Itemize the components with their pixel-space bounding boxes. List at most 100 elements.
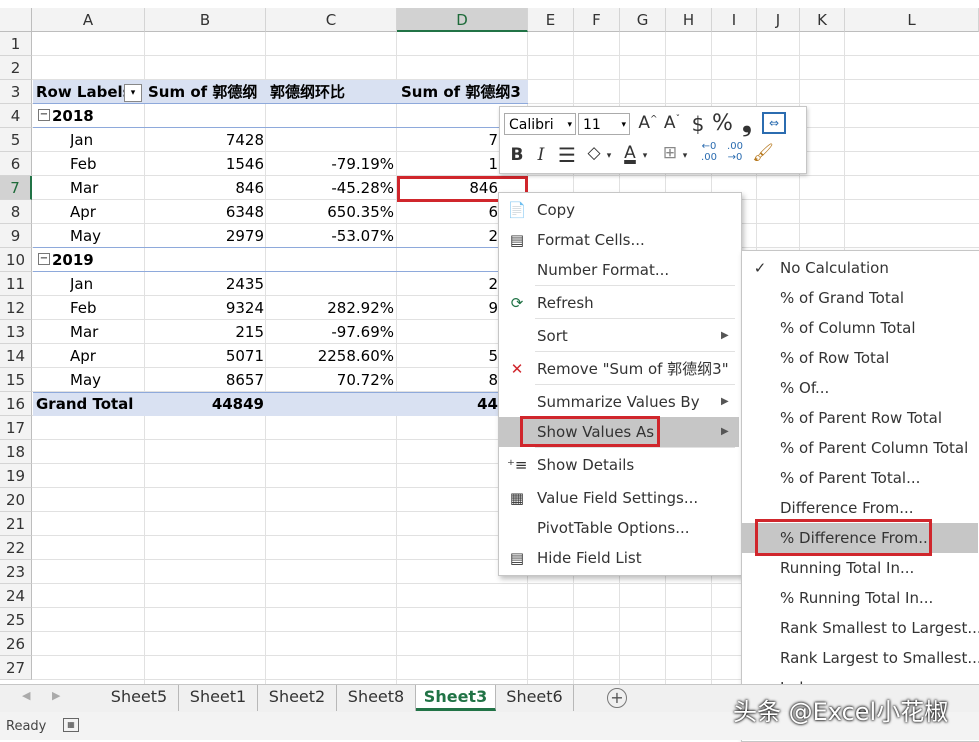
bold-button[interactable]: B (508, 145, 526, 165)
collapse-2018-icon[interactable]: − (38, 109, 50, 121)
submenu-item-of[interactable]: % Of... (742, 373, 978, 403)
borders-icon[interactable]: ⊞ (660, 143, 680, 163)
column-header-h[interactable]: H (666, 8, 712, 32)
column-header-j[interactable]: J (757, 8, 800, 32)
submenu-item-of-parent-row-total[interactable]: % of Parent Row Total (742, 403, 978, 433)
row-header-17[interactable]: 17 (0, 416, 32, 440)
decrease-decimal-icon[interactable]: .00 →0 (722, 141, 748, 163)
increase-decimal-icon[interactable]: ←0.00 (696, 141, 722, 163)
row-header-3[interactable]: 3 (0, 80, 32, 104)
shrink-font-icon[interactable]: Aˇ (662, 113, 682, 133)
submenu-item-running-total-in[interactable]: Running Total In... (742, 553, 978, 583)
submenu-item-no-calculation[interactable]: ✓ No Calculation (742, 253, 978, 283)
row-header-10[interactable]: 10 (0, 248, 32, 272)
row-header-20[interactable]: 20 (0, 488, 32, 512)
menu-item-hide-field-list[interactable]: ▤ Hide Field List (499, 543, 739, 573)
year-2019-top-divider (33, 247, 528, 248)
sheet-tab-sheet5[interactable]: Sheet5 (100, 685, 179, 711)
row-header-24[interactable]: 24 (0, 584, 32, 608)
sheet-tab-sheet1[interactable]: Sheet1 (179, 685, 258, 711)
submenu-item-of-column-total[interactable]: % of Column Total (742, 313, 978, 343)
row-header-18[interactable]: 18 (0, 440, 32, 464)
column-header-l[interactable]: L (845, 8, 979, 32)
row-header-4[interactable]: 4 (0, 104, 32, 128)
add-sheet-icon[interactable]: + (607, 688, 627, 708)
submenu-item-of-parent-column-total[interactable]: % of Parent Column Total (742, 433, 978, 463)
column-header-e[interactable]: E (528, 8, 574, 32)
row-header-25[interactable]: 25 (0, 608, 32, 632)
macro-record-icon[interactable]: ▦ (63, 718, 79, 732)
collapse-2019-icon[interactable]: − (38, 253, 50, 265)
column-header-b[interactable]: B (145, 8, 266, 32)
submenu-item-of-parent-total[interactable]: % of Parent Total... (742, 463, 978, 493)
column-header-k[interactable]: K (800, 8, 845, 32)
format-painter-icon[interactable]: 🖌 (752, 143, 774, 163)
wrap-icon[interactable]: ⇔ (762, 112, 786, 134)
menu-item-pivottable-options[interactable]: PivotTable Options... (499, 513, 739, 543)
row-header-14[interactable]: 14 (0, 344, 32, 368)
sheet-tab-sheet3[interactable]: Sheet3 (416, 685, 496, 711)
row-header-2[interactable]: 2 (0, 56, 32, 80)
column-header-a[interactable]: A (32, 8, 145, 32)
column-header-g[interactable]: G (620, 8, 666, 32)
rows2019-value-d: 9 (488, 299, 498, 317)
menu-item-number-format[interactable]: Number Format... (499, 255, 739, 285)
row-header-7[interactable]: 7 (0, 176, 32, 200)
row-header-1[interactable]: 1 (0, 32, 32, 56)
font-name-combo[interactable]: Calibri ▾ (504, 113, 576, 135)
submenu-item-of-row-total[interactable]: % of Row Total (742, 343, 978, 373)
column-header-f[interactable]: F (574, 8, 620, 32)
column-header-c[interactable]: C (266, 8, 397, 32)
borders-dropdown-icon[interactable]: ▾ (680, 151, 690, 161)
column-header-i[interactable]: I (712, 8, 757, 32)
percent-button[interactable]: % (712, 111, 733, 136)
comma-style-button[interactable]: ❟ (738, 109, 756, 137)
grow-font-icon[interactable]: A^ (638, 113, 658, 133)
italic-button[interactable]: I (532, 145, 550, 165)
sheet-tab-sheet2[interactable]: Sheet2 (258, 685, 337, 711)
row-header-19[interactable]: 19 (0, 464, 32, 488)
currency-button[interactable]: $ (688, 112, 708, 136)
menu-item-copy[interactable]: 📄 Copy (499, 195, 739, 225)
row-header-15[interactable]: 15 (0, 368, 32, 392)
fill-color-icon[interactable]: ◇ (584, 143, 604, 163)
align-center-icon[interactable]: ☰ (556, 143, 578, 167)
row-header-6[interactable]: 6 (0, 152, 32, 176)
fill-color-dropdown-icon[interactable]: ▾ (604, 151, 614, 161)
select-all-corner[interactable] (0, 8, 32, 32)
row-header-21[interactable]: 21 (0, 512, 32, 536)
submenu-item-running-total-in[interactable]: % Running Total In... (742, 583, 978, 613)
scroll-tabs-right-icon[interactable]: ▶ (52, 689, 60, 702)
menu-item-show-details[interactable]: ⁺≡ Show Details (499, 450, 739, 480)
submenu-item-rank-smallest-to-largest[interactable]: Rank Smallest to Largest... (742, 613, 979, 643)
row-header-26[interactable]: 26 (0, 632, 32, 656)
grand-total-label: Grand Total (36, 395, 134, 413)
sum-header-d: Sum of 郭德纲3 (401, 83, 521, 101)
sheet-tab-sheet6[interactable]: Sheet6 (496, 685, 574, 711)
menu-item-sort[interactable]: Sort ▶ (499, 321, 739, 351)
row-header-13[interactable]: 13 (0, 320, 32, 344)
submenu-item-rank-largest-to-smallest[interactable]: Rank Largest to Smallest... (742, 643, 979, 673)
sheet-tab-sheet8[interactable]: Sheet8 (337, 685, 416, 711)
menu-item-format-cells[interactable]: ▤ Format Cells... (499, 225, 739, 255)
menu-item-refresh[interactable]: ⟳ Refresh (499, 288, 739, 318)
row-header-16[interactable]: 16 (0, 392, 32, 416)
font-color-icon[interactable]: A (620, 143, 640, 163)
filter-dropdown-icon[interactable]: ▾ (124, 84, 142, 102)
menu-item-remove-sum-of[interactable]: ✕ Remove "Sum of 郭德纲3" (499, 354, 739, 384)
font-color-dropdown-icon[interactable]: ▾ (640, 151, 650, 161)
scroll-tabs-left-icon[interactable]: ◀ (22, 689, 30, 702)
menu-item-summarize-values-by[interactable]: Summarize Values By ▶ (499, 387, 739, 417)
row-header-11[interactable]: 11 (0, 272, 32, 296)
row-header-9[interactable]: 9 (0, 224, 32, 248)
row-header-12[interactable]: 12 (0, 296, 32, 320)
row-header-27[interactable]: 27 (0, 656, 32, 680)
font-size-combo[interactable]: 11 ▾ (578, 113, 630, 135)
submenu-item-of-grand-total[interactable]: % of Grand Total (742, 283, 978, 313)
row-header-22[interactable]: 22 (0, 536, 32, 560)
row-header-23[interactable]: 23 (0, 560, 32, 584)
column-header-d[interactable]: D (397, 8, 528, 32)
menu-item-value-field-settings[interactable]: ▦ Value Field Settings... (499, 483, 739, 513)
row-header-8[interactable]: 8 (0, 200, 32, 224)
row-header-5[interactable]: 5 (0, 128, 32, 152)
